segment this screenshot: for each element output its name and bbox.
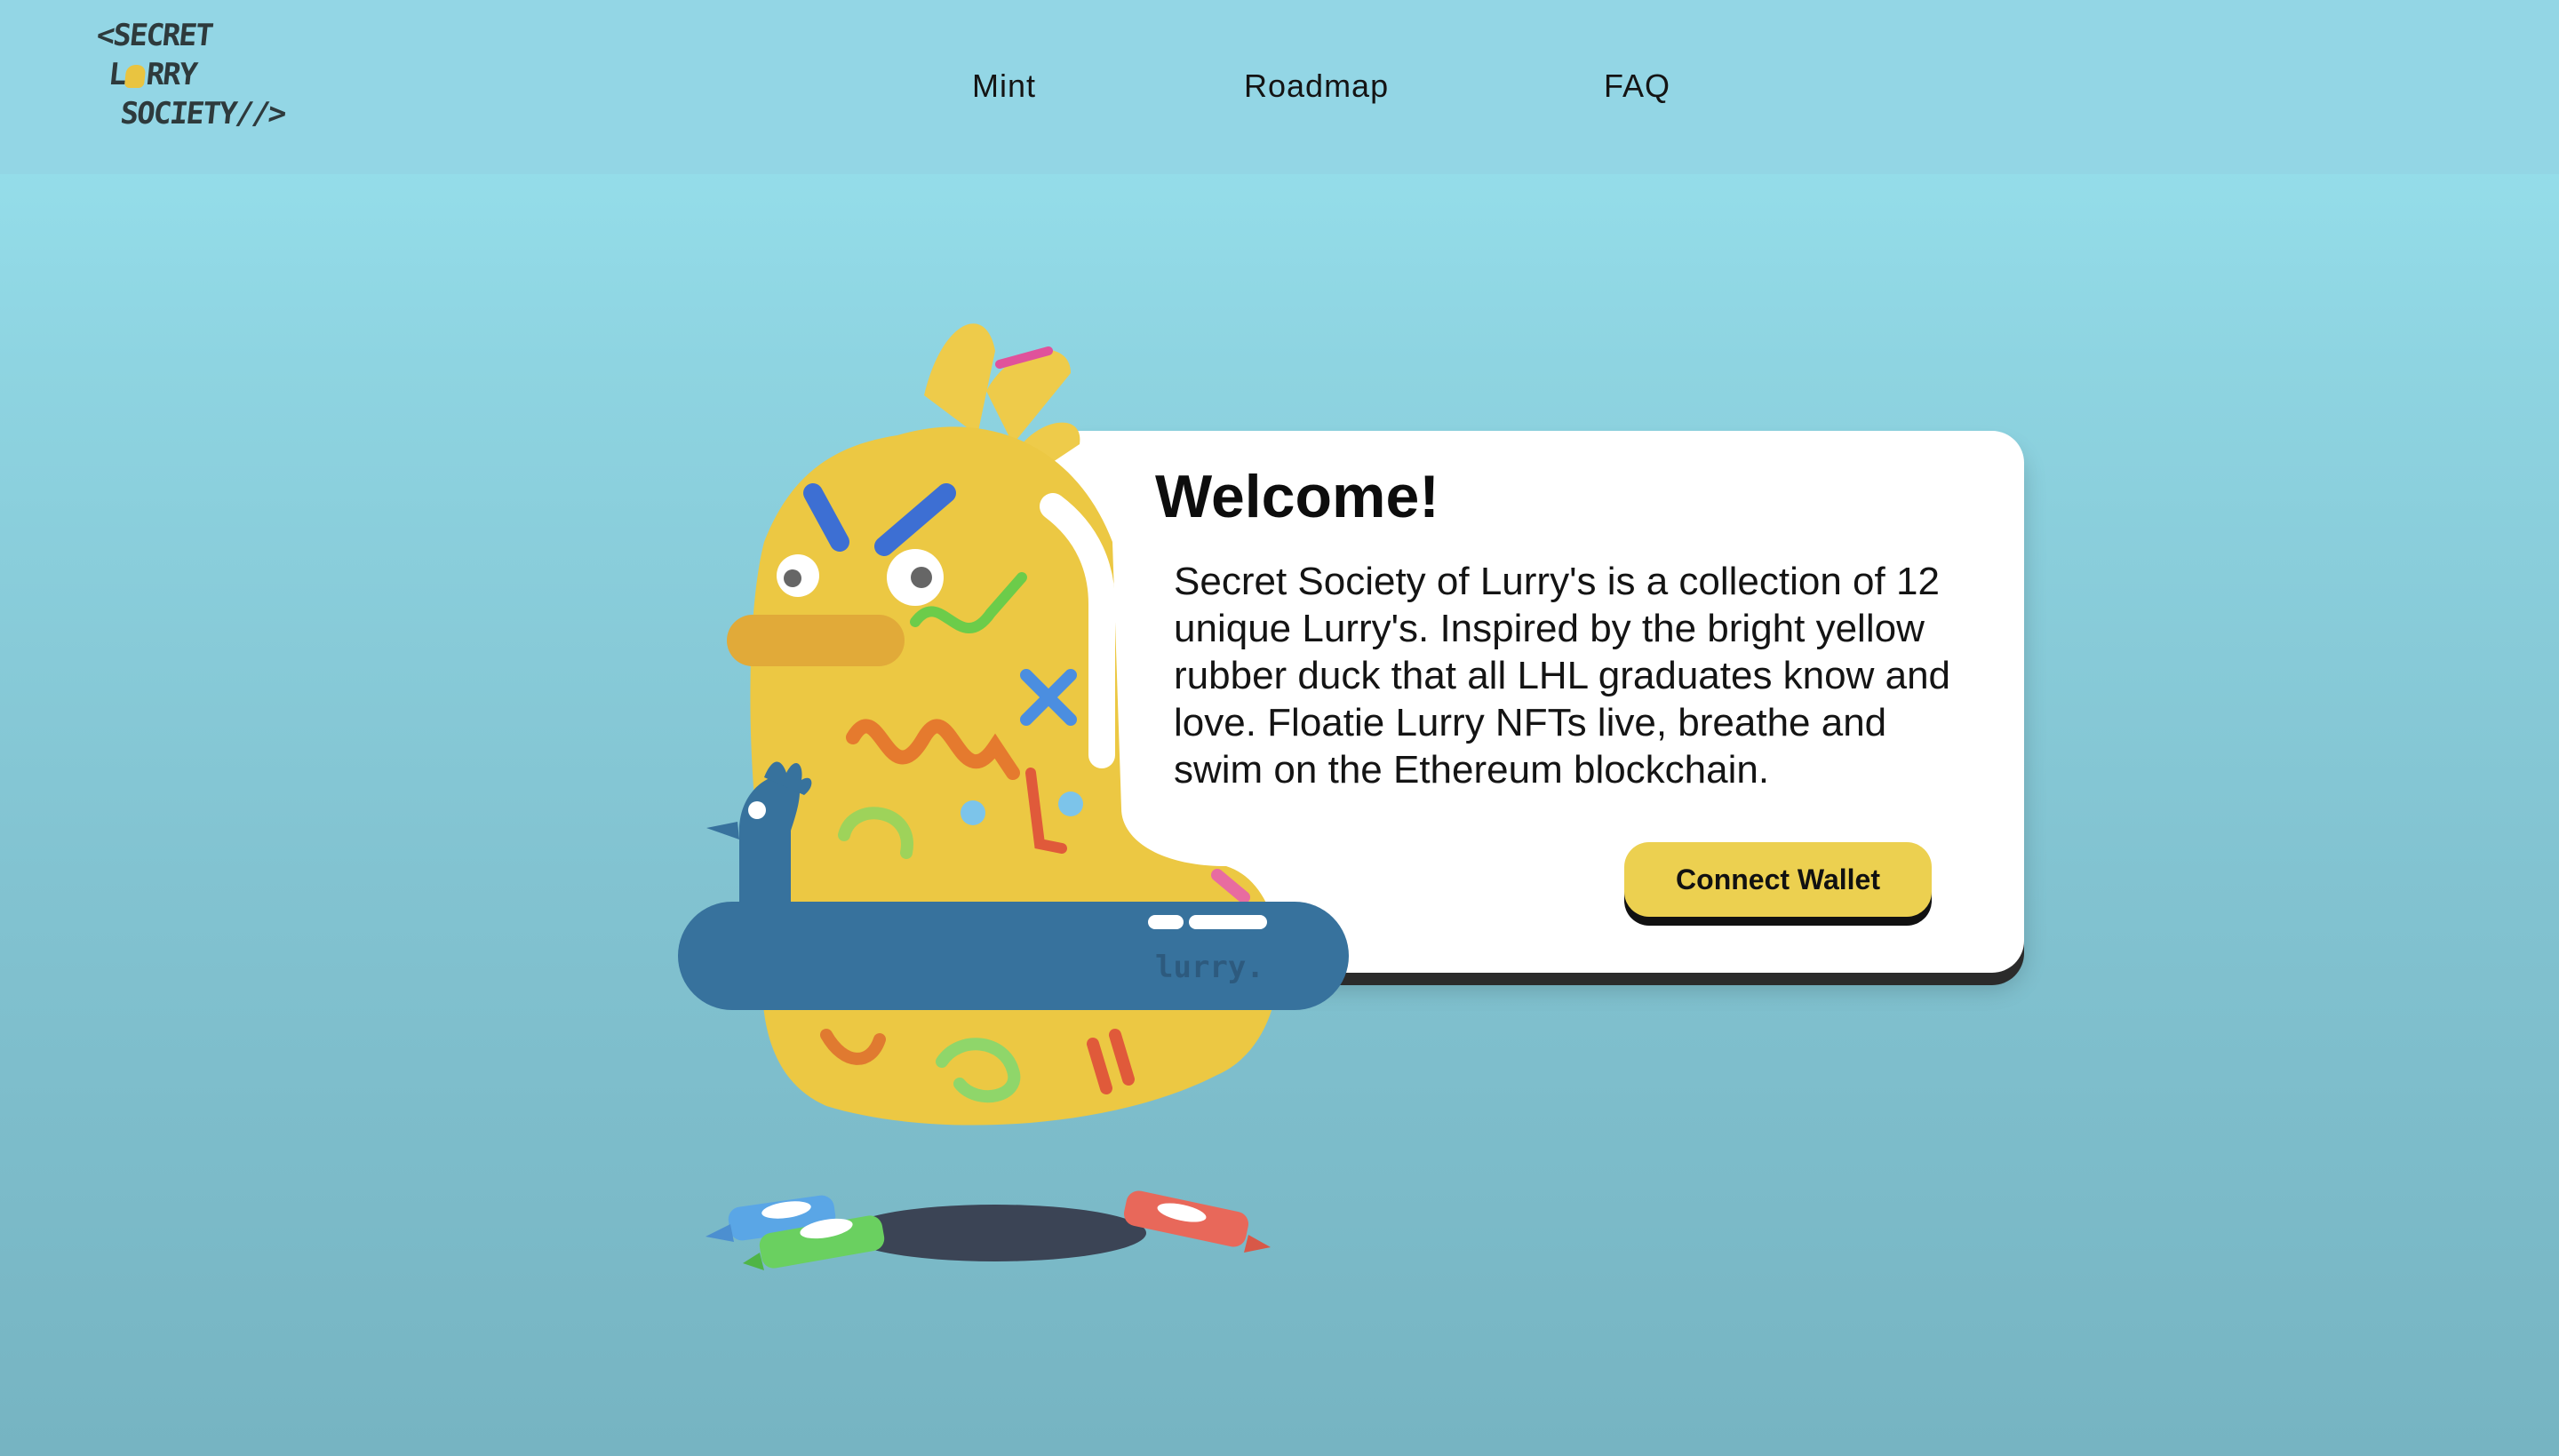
logo-line-3: SOCIETY//> — [118, 96, 287, 131]
crayon-red-icon — [1123, 1190, 1271, 1253]
connect-wallet-button[interactable]: Connect Wallet — [1624, 842, 1932, 917]
duck-right-eye-icon — [887, 549, 944, 606]
duck-beak — [727, 615, 905, 666]
nav-link-mint[interactable]: Mint — [972, 68, 1036, 105]
nav-link-faq[interactable]: FAQ — [1604, 68, 1670, 105]
float-label: lurry. — [1155, 950, 1264, 985]
site-logo[interactable]: <SECRET L RRY SOCIETY//> — [86, 18, 291, 137]
lurry-duck-illustration: lurry. — [678, 323, 1349, 1270]
logo-line-1: <SECRET — [94, 18, 214, 53]
duck-shadow — [844, 1205, 1146, 1261]
nav-link-roadmap[interactable]: Roadmap — [1244, 68, 1389, 105]
logo-line-2: L RRY — [107, 57, 198, 92]
duck-left-eye-icon — [777, 554, 819, 597]
logo-duck-icon — [124, 65, 147, 88]
